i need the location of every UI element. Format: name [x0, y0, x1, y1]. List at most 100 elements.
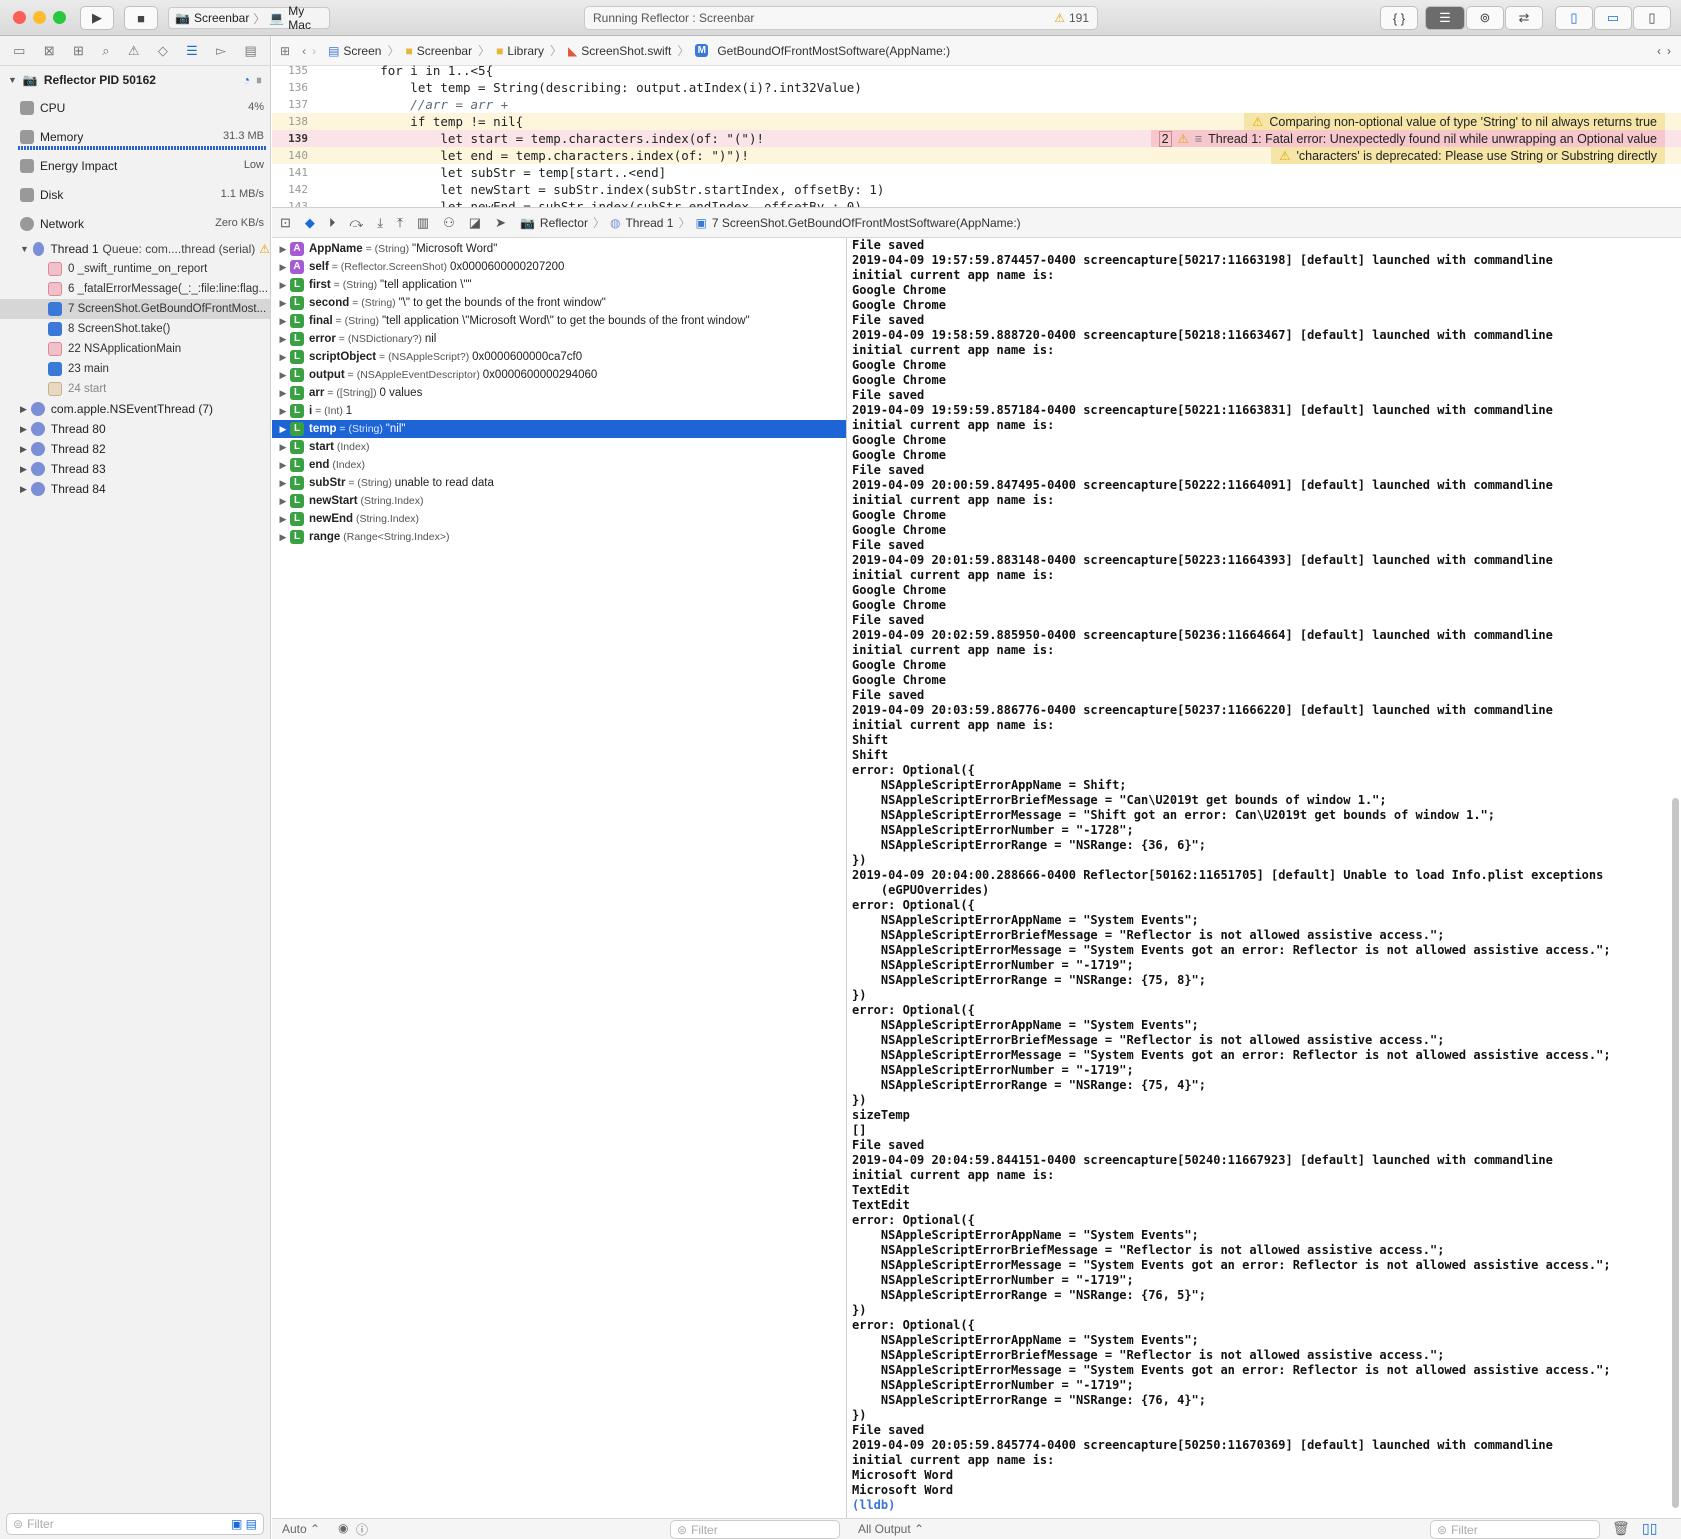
lldb-prompt[interactable]: (lldb): [848, 1498, 1681, 1512]
disclosure-closed-icon[interactable]: ▶: [276, 532, 290, 543]
source-control-icon[interactable]: ⊠: [44, 43, 55, 59]
breadcrumb-project[interactable]: ▤ Screen: [328, 44, 381, 58]
disclosure-closed-icon[interactable]: ▶: [276, 244, 290, 255]
disclosure-closed-icon[interactable]: ▶: [276, 478, 290, 489]
breadcrumb-method[interactable]: M GetBoundOfFrontMostSoftware(AppName:): [695, 44, 950, 58]
issue-icon[interactable]: ⚠: [128, 43, 140, 59]
variable-row-output[interactable]: ▶ Loutput = (NSAppleEventDescriptor) 0x00…: [272, 366, 846, 384]
variable-row-temp[interactable]: ▶ Ltemp = (String) "nil": [272, 420, 846, 438]
minimize-window-button[interactable]: [33, 11, 46, 24]
code-line[interactable]: 143 let newEnd = subStr.index(subStr.end…: [272, 198, 1681, 207]
variable-row-scriptObject[interactable]: ▶ LscriptObject = (NSAppleScript?) 0x0000…: [272, 348, 846, 366]
code-line-warning[interactable]: 138 if temp != nil{ ⚠ Comparing non-optio…: [272, 113, 1681, 130]
library-button[interactable]: { }: [1380, 6, 1418, 30]
close-window-button[interactable]: [13, 11, 26, 24]
symbol-icon[interactable]: ⊞: [73, 43, 84, 59]
code-line[interactable]: 135 for i in 1..<5{: [272, 62, 1681, 79]
variable-row-AppName[interactable]: ▶ A AppName = (String) "Microsoft Word": [272, 240, 846, 258]
stack-frame[interactable]: 24 start: [0, 379, 270, 399]
disclosure-closed-icon[interactable]: ▶: [276, 496, 290, 507]
forward-icon[interactable]: ›: [312, 44, 316, 58]
step-out-icon[interactable]: ⤒: [397, 215, 403, 231]
gauge-memory[interactable]: Memory 31.3 MB: [0, 123, 270, 152]
breadcrumb-file[interactable]: ◣ ScreenShot.swift: [568, 44, 671, 58]
disclosure-closed-icon[interactable]: ▶: [276, 280, 290, 291]
variable-row-start[interactable]: ▶ Lstart (Index): [272, 438, 846, 456]
thread-row[interactable]: ▶ Thread 82: [0, 439, 270, 459]
grid-icon[interactable]: ⊞: [280, 44, 290, 58]
error-annotation[interactable]: 2 ⚠ ≡ Thread 1: Fatal error: Unexpectedly f…: [1150, 130, 1665, 147]
code-line[interactable]: 142 let newStart = subStr.index(subStr.s…: [272, 181, 1681, 198]
variable-row-arr[interactable]: ▶ Larr = ([String]) 0 values: [272, 384, 846, 402]
disclosure-closed-icon[interactable]: ▶: [276, 352, 290, 363]
crumb-thread[interactable]: Thread 1: [625, 216, 673, 230]
environment-overrides-icon[interactable]: ◪: [469, 215, 481, 231]
console-view[interactable]: File saved 2019-04-09 19:57:59.874457-04…: [848, 238, 1681, 1518]
disclosure-closed-icon[interactable]: ▶: [276, 262, 290, 273]
navigator-filter-field[interactable]: ⊜ Filter ▣ ▤: [6, 1513, 264, 1535]
test-icon[interactable]: ◇: [158, 43, 168, 59]
variable-row-subStr[interactable]: ▶ LsubStr = (String) unable to read data: [272, 474, 846, 492]
toggle-navigator-button[interactable]: ▯: [1555, 6, 1593, 30]
console-output-select[interactable]: All Output ⌃: [858, 1522, 924, 1536]
thread-row[interactable]: ▶ Thread 84: [0, 479, 270, 499]
thread-row[interactable]: ▶ Thread 83: [0, 459, 270, 479]
run-button[interactable]: ▶: [80, 6, 114, 30]
variables-filter-field[interactable]: ⊜ Filter: [670, 1520, 840, 1539]
standard-editor-button[interactable]: ☰: [1425, 6, 1465, 30]
variables-scope-select[interactable]: Auto ⌃: [282, 1522, 320, 1536]
disclosure-closed-icon[interactable]: ▶: [276, 460, 290, 471]
hide-debug-area-icon[interactable]: ⊡: [280, 215, 291, 231]
process-row[interactable]: ▼ 📷 Reflector PID 50162 ◔ ⏸: [0, 66, 270, 94]
code-line[interactable]: 136 let temp = String(describing: output…: [272, 79, 1681, 96]
disclosure-closed-icon[interactable]: ▶: [276, 298, 290, 309]
toggle-debug-area-button[interactable]: ▭: [1594, 6, 1632, 30]
variable-row-final[interactable]: ▶ Lfinal = (String) "tell application \"M…: [272, 312, 846, 330]
code-line-error[interactable]: 139 let start = temp.characters.index(of…: [272, 130, 1681, 147]
gauge-network[interactable]: Network Zero KB/s: [0, 210, 270, 239]
warning-annotation[interactable]: ⚠ 'characters' is deprecated: Please use …: [1271, 147, 1665, 164]
variable-row-error[interactable]: ▶ Lerror = (NSDictionary?) nil: [272, 330, 846, 348]
folder-icon[interactable]: ▭: [13, 43, 25, 59]
stack-frame-selected[interactable]: 7 ScreenShot.GetBoundOfFrontMost...: [0, 299, 270, 319]
warning-annotation[interactable]: ⚠ Comparing non-optional value of type 'S…: [1244, 113, 1665, 130]
disclosure-closed-icon[interactable]: ▶: [276, 424, 290, 435]
report-icon[interactable]: ▤: [244, 43, 256, 59]
filter-options-icon[interactable]: ▣ ▤: [231, 1517, 257, 1531]
breakpoint-icon[interactable]: ▻: [216, 43, 226, 59]
view-debugger-icon[interactable]: ▥: [417, 215, 429, 231]
variable-row-second[interactable]: ▶ Lsecond = (String) "\" to get the bound…: [272, 294, 846, 312]
trash-icon[interactable]: 🗑: [1612, 1520, 1630, 1537]
disclosure-closed-icon[interactable]: ▶: [276, 334, 290, 345]
zoom-window-button[interactable]: [53, 11, 66, 24]
stop-button[interactable]: ■: [124, 6, 158, 30]
warning-counter[interactable]: ⚠ 191: [1054, 11, 1089, 25]
disclosure-closed-icon[interactable]: ▶: [276, 388, 290, 399]
breakpoints-toggle-icon[interactable]: ◆: [305, 215, 315, 231]
stack-frame[interactable]: 6 _fatalErrorMessage(_:_:file:line:flag.…: [0, 279, 270, 299]
thread-row[interactable]: ▶ com.apple.NSEventThread (7): [0, 399, 270, 419]
console-filter-field[interactable]: ⊜ Filter: [1430, 1520, 1600, 1539]
breadcrumb-group[interactable]: ■ Screenbar: [405, 44, 472, 58]
gauge-disk[interactable]: Disk 1.1 MB/s: [0, 181, 270, 210]
eye-icon[interactable]: ◉: [338, 1521, 348, 1535]
debug-navigator-icon[interactable]: ☰: [186, 43, 198, 59]
stack-frame[interactable]: 23 main: [0, 359, 270, 379]
disclosure-closed-icon[interactable]: ▶: [276, 442, 290, 453]
stack-frame[interactable]: 0 _swift_runtime_on_report: [0, 259, 270, 279]
view-hierarchy-icon[interactable]: ◔: [243, 73, 250, 87]
thread-row-1[interactable]: ▼ Thread 1 Queue: com....thread (serial)…: [0, 239, 270, 259]
gauge-cpu[interactable]: CPU 4%: [0, 94, 270, 123]
variable-row-newEnd[interactable]: ▶ LnewEnd (String.Index): [272, 510, 846, 528]
variable-row-first[interactable]: ▶ Lfirst = (String) "tell application \"": [272, 276, 846, 294]
disclosure-closed-icon[interactable]: ▶: [276, 406, 290, 417]
location-icon[interactable]: ➤: [495, 215, 506, 231]
toggle-inspector-button[interactable]: ▯: [1633, 6, 1671, 30]
step-into-icon[interactable]: ⤓: [377, 215, 383, 231]
stack-frame[interactable]: 22 NSApplicationMain: [0, 339, 270, 359]
code-line[interactable]: 141 let subStr = temp[start..<end]: [272, 164, 1681, 181]
crumb-frame[interactable]: 7 ScreenShot.GetBoundOfFrontMostSoftware…: [712, 216, 1021, 230]
continue-icon[interactable]: ⏵: [329, 215, 336, 231]
stack-frame[interactable]: 8 ScreenShot.take(): [0, 319, 270, 339]
info-icon[interactable]: ⓘ: [356, 1521, 368, 1538]
